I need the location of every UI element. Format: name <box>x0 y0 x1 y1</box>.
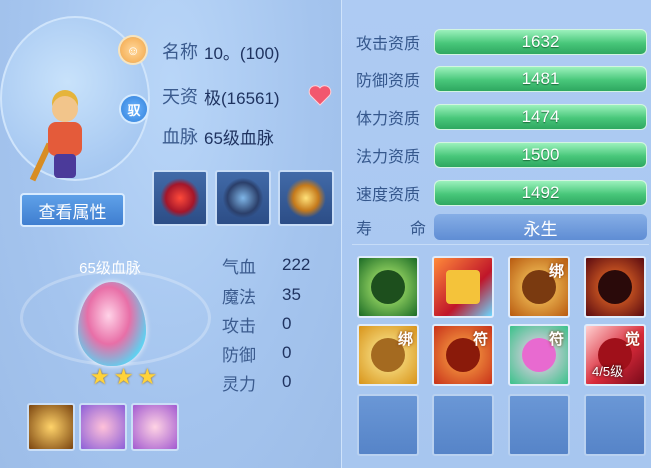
pet-bloodline-label: 血脉 <box>162 127 198 147</box>
aptitude-bar-speed: 1492 <box>434 180 647 206</box>
pet-name-row: 名称 10。(100) <box>162 37 280 65</box>
stat-row-spirit: 灵力 0 <box>222 368 291 396</box>
stat-label: 攻击 <box>222 316 256 336</box>
equipment-slot-armor[interactable] <box>215 170 271 226</box>
heart-icon[interactable] <box>308 84 332 106</box>
skill-slot-1[interactable] <box>357 256 419 318</box>
stat-value: 0 <box>282 343 292 362</box>
lifespan-label-1: 寿 <box>356 221 373 238</box>
star-icon: ★ <box>137 364 158 389</box>
bloodline-skill-1[interactable] <box>27 403 75 451</box>
stat-row-hp: 气血 222 <box>222 251 310 279</box>
star-icon: ★ <box>113 364 134 389</box>
equipment-slot-necklace[interactable] <box>278 170 334 226</box>
aptitude-bar-magic: 1500 <box>434 142 647 168</box>
star-icon: ★ <box>90 364 110 389</box>
skill-slot-empty[interactable] <box>432 394 494 456</box>
panel-divider <box>341 0 342 468</box>
avatar-icon[interactable]: ☺ <box>120 37 146 63</box>
stat-row-attack: 攻击 0 <box>222 310 291 338</box>
stat-value: 35 <box>282 285 301 304</box>
char-legs <box>54 154 76 178</box>
bloodline-skill-2[interactable] <box>79 403 127 451</box>
armor-icon <box>223 178 263 218</box>
tame-badge-icon[interactable]: 驭 <box>121 96 147 122</box>
skill-slot-5[interactable]: 绑 <box>357 324 419 386</box>
skill-tag: 绑 <box>397 331 413 348</box>
pet-bloodline-row: 血脉 65级血脉 <box>162 122 274 150</box>
aptitude-label-speed: 速度资质 <box>356 187 421 204</box>
pet-name-value: 10。(100) <box>204 43 280 63</box>
bloodline-skill-3[interactable] <box>131 403 179 451</box>
pet-aptitude-label: 天资 <box>162 87 198 107</box>
aptitude-label-magic: 法力资质 <box>356 149 421 166</box>
skill-slot-3[interactable]: 绑 <box>508 256 570 318</box>
aptitude-bar-attack: 1632 <box>434 29 647 55</box>
aptitude-label-attack: 攻击资质 <box>356 36 421 53</box>
skill-level: 4/5级 <box>592 364 624 379</box>
equipment-slot-collar[interactable] <box>152 170 208 226</box>
pet-aptitude-row: 天资 极(16561) <box>162 82 280 110</box>
skill-tag: 觉 <box>624 331 640 348</box>
pet-character-model <box>29 86 92 186</box>
skill-slot-2[interactable] <box>432 256 494 318</box>
aptitude-bar-defense: 1481 <box>434 66 647 92</box>
aptitude-bar-stamina: 1474 <box>434 104 647 130</box>
skill-slot-4[interactable] <box>584 256 646 318</box>
char-body <box>48 122 82 156</box>
aptitude-label-stamina: 体力资质 <box>356 111 421 128</box>
skill-slot-empty[interactable] <box>508 394 570 456</box>
bloodline-title: 65级血脉 <box>79 260 141 277</box>
skill-slot-6[interactable]: 符 <box>432 324 494 386</box>
bloodline-stars: ★ ★ ★ <box>90 366 157 388</box>
separator <box>352 244 649 245</box>
green-warrior-skill-icon <box>371 270 405 304</box>
lifespan-label-2: 命 <box>410 221 427 238</box>
necklace-icon <box>286 178 326 218</box>
stat-label: 魔法 <box>222 287 256 307</box>
stat-value: 222 <box>282 255 311 274</box>
aptitude-label-defense: 防御资质 <box>356 73 421 90</box>
stat-value: 0 <box>282 314 292 333</box>
stat-row-defense: 防御 0 <box>222 339 291 367</box>
pet-name-label: 名称 <box>162 42 198 62</box>
collar-icon <box>160 178 200 218</box>
skill-slot-7[interactable]: 符 <box>508 324 570 386</box>
stat-label: 防御 <box>222 345 256 365</box>
skill-slot-empty[interactable] <box>357 394 419 456</box>
stat-label: 气血 <box>222 257 256 277</box>
skill-tag: 符 <box>548 331 564 348</box>
view-attributes-button[interactable]: 查看属性 <box>20 193 125 227</box>
char-head <box>52 96 78 122</box>
skill-slot-8[interactable]: 觉 4/5级 <box>584 324 646 386</box>
pet-bloodline-value: 65级血脉 <box>204 128 274 148</box>
skill-tag: 绑 <box>548 263 564 280</box>
stat-row-mp: 魔法 35 <box>222 281 301 309</box>
demon-skill-icon <box>598 270 632 304</box>
pet-aptitude-value: 极(16561) <box>204 88 280 108</box>
lifespan-value: 永生 <box>434 214 647 240</box>
stat-value: 0 <box>282 372 292 391</box>
red-card-lightning-skill-icon <box>446 270 480 304</box>
skill-slot-empty[interactable] <box>584 394 646 456</box>
stat-label: 灵力 <box>222 374 256 394</box>
skill-tag: 符 <box>472 331 488 348</box>
